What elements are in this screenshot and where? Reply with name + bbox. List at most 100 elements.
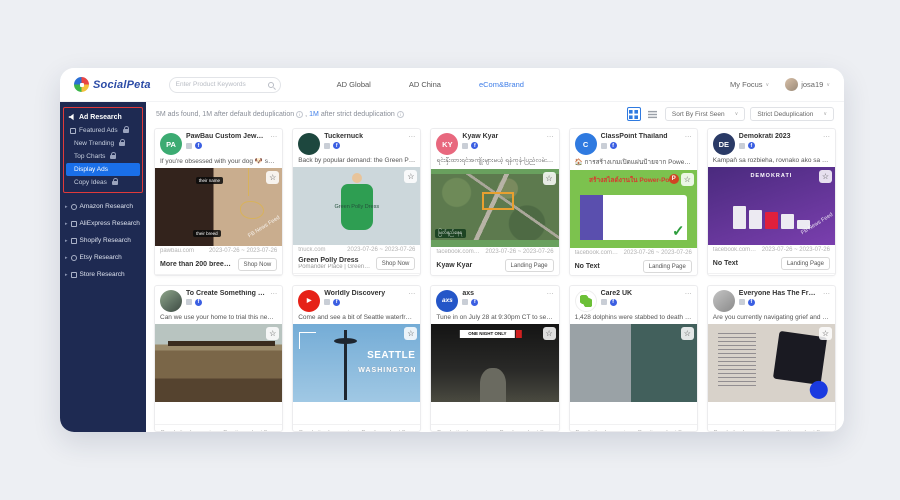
app-logo[interactable]: SocialPeta — [74, 77, 151, 92]
sidebar-item-ad-research[interactable]: Ad Research — [66, 110, 140, 124]
advertiser-domain[interactable]: pawbau.com — [160, 248, 194, 254]
advertiser-avatar[interactable]: C — [575, 133, 597, 155]
advertiser-domain[interactable]: facebook.com/10... — [436, 249, 481, 255]
chevron-down-icon: ∨ — [735, 111, 739, 117]
nav-ecom-brand[interactable]: eCom&Brand — [479, 80, 524, 89]
search-input[interactable] — [176, 81, 264, 88]
sidebar-item-copy-ideas[interactable]: Copy Ideas — [66, 176, 140, 189]
favorite-star-button[interactable]: ☆ — [819, 327, 832, 340]
advertiser-domain[interactable]: facebook.com/11... — [575, 250, 620, 256]
stats-row-1: 67Popularity 167.1KImpression 1Duration … — [155, 274, 282, 276]
more-icon[interactable]: ⋯ — [547, 290, 554, 298]
favorite-star-button[interactable]: ☆ — [404, 170, 417, 183]
more-icon[interactable]: ⋯ — [270, 133, 277, 141]
favorite-star-button[interactable]: ☆ — [266, 171, 279, 184]
sidebar-item-store-research[interactable]: ▸ Store Research — [63, 266, 143, 283]
ad-creative[interactable]: ☆ — [570, 324, 697, 402]
favorite-star-button[interactable]: ☆ — [681, 327, 694, 340]
sidebar-item-amazon-research[interactable]: ▸ Amazon Research — [63, 198, 143, 215]
advertiser-avatar[interactable] — [160, 290, 182, 312]
favorite-star-button[interactable]: ☆ — [266, 327, 279, 340]
strict-dedup-count-link[interactable]: 1M — [309, 111, 319, 118]
ad-creative[interactable]: FB News Feed their name their breed ☆ — [155, 168, 282, 246]
sidebar-item-featured-ads[interactable]: Featured Ads — [66, 124, 140, 137]
ad-creative[interactable]: DEMOKRATI FB News Feed ☆ — [708, 167, 835, 245]
sidebar-item-aliexpress-research[interactable]: ▸ AliExpress Research — [63, 215, 143, 232]
advertiser-avatar[interactable] — [713, 290, 735, 312]
advertiser-name[interactable]: Care2 UK — [601, 290, 681, 297]
advertiser-avatar[interactable]: PA — [160, 133, 182, 155]
advertiser-name[interactable]: PawBau Custom Jewelry — [186, 133, 266, 140]
nav-ad-china[interactable]: AD China — [409, 80, 441, 89]
favorite-star-button[interactable]: ☆ — [543, 172, 556, 185]
ad-text: Come and see a bit of Seattle waterfront… — [293, 314, 420, 324]
info-icon[interactable]: i — [397, 111, 404, 118]
cta-button[interactable]: Shop Now — [376, 257, 416, 270]
more-icon[interactable]: ⋯ — [547, 133, 554, 141]
advertiser-avatar[interactable]: axs — [436, 290, 458, 312]
sidebar-item-display-ads[interactable]: Display Ads — [66, 163, 140, 176]
amazon-icon — [71, 204, 77, 210]
cta-button[interactable]: Landing Page — [643, 260, 692, 273]
dedup-select[interactable]: Strict Deduplication ∨ — [750, 107, 834, 121]
grid-view-toggle[interactable] — [627, 107, 641, 121]
nav-ad-global[interactable]: AD Global — [337, 80, 371, 89]
media-type-icon — [739, 299, 745, 305]
more-icon[interactable]: ⋯ — [823, 133, 830, 141]
advertiser-avatar[interactable]: ▶ — [298, 290, 320, 312]
my-focus-menu[interactable]: My Focus ∨ — [730, 80, 769, 89]
card-header: Care2 UK f ⋯ — [570, 286, 697, 314]
more-icon[interactable]: ⋯ — [685, 290, 692, 298]
advertiser-name[interactable]: Demokrati 2023 — [739, 133, 819, 140]
advertiser-name[interactable]: Everyone Has The Freedom To... — [739, 290, 819, 297]
user-menu[interactable]: josa19 ∨ — [785, 78, 830, 91]
sidebar-item-new-trending[interactable]: New Trending — [66, 137, 140, 150]
product-subtitle: Pomander Place | Green Polly Dr... — [298, 264, 372, 270]
ad-creative[interactable]: Green Polly Dress ☆ — [293, 167, 420, 245]
ad-creative[interactable]: ☆ — [155, 324, 282, 402]
cta-button[interactable]: Shop Now — [238, 258, 278, 271]
ad-creative[interactable]: ☆ — [708, 324, 835, 402]
advertiser-name[interactable]: Tuckernuck — [324, 133, 404, 140]
advertiser-name[interactable]: Kyaw Kyar — [462, 133, 542, 140]
sort-select[interactable]: Sort By First Seen ∨ — [665, 107, 745, 121]
ad-text: Kampaň sa rozbieha, rovnako ako sa rozbi… — [708, 157, 835, 167]
product-search[interactable] — [169, 77, 281, 93]
advertiser-domain[interactable]: facebook.com/10... — [713, 247, 758, 253]
favorite-star-button[interactable]: ☆ — [819, 170, 832, 183]
sidebar-item-etsy-research[interactable]: ▸ Etsy Research — [63, 249, 143, 266]
more-icon[interactable]: ⋯ — [685, 133, 692, 141]
platform-badges: f — [186, 142, 266, 149]
favorite-star-button[interactable]: ☆ — [543, 327, 556, 340]
sidebar-section-label: Ad Research — [79, 114, 122, 121]
product-info: No Text — [575, 263, 639, 270]
advertiser-domain[interactable]: tnuck.com — [298, 247, 325, 253]
cta-button[interactable]: Landing Page — [781, 257, 830, 270]
favorite-star-button[interactable]: ☆ — [681, 173, 694, 186]
advertiser-avatar[interactable]: KY — [436, 133, 458, 155]
advertiser-avatar[interactable] — [298, 133, 320, 155]
list-view-toggle[interactable] — [646, 107, 660, 121]
stat-duration: Duration — [633, 429, 663, 433]
search-icon[interactable] — [268, 82, 274, 88]
advertiser-name[interactable]: Worldly Discovery — [324, 290, 404, 297]
advertiser-name[interactable]: axs — [462, 290, 542, 297]
advertiser-avatar[interactable] — [575, 290, 597, 312]
favorite-star-button[interactable]: ☆ — [404, 327, 417, 340]
sidebar-item-shopify-research[interactable]: ▸ Shopify Research — [63, 232, 143, 249]
ad-creative[interactable]: สร้างสไลด์งานใน Power-Point P ☆ — [570, 170, 697, 248]
ad-creative[interactable]: မြတ်နည်နေရ ☆ — [431, 169, 558, 247]
advertiser-name[interactable]: ClassPoint Thailand — [601, 133, 681, 140]
sidebar-item-top-charts[interactable]: Top Charts — [66, 150, 140, 163]
cta-button[interactable]: Landing Page — [505, 259, 554, 272]
ad-creative[interactable]: SEATTLE WASHINGTON ☆ — [293, 324, 420, 402]
advertiser-avatar[interactable]: DE — [713, 133, 735, 155]
info-icon[interactable]: i — [296, 111, 303, 118]
ad-creative[interactable]: ONE NIGHT ONLY ☆ — [431, 324, 558, 402]
lock-icon — [112, 181, 118, 185]
more-icon[interactable]: ⋯ — [408, 133, 415, 141]
more-icon[interactable]: ⋯ — [270, 290, 277, 298]
more-icon[interactable]: ⋯ — [823, 290, 830, 298]
more-icon[interactable]: ⋯ — [408, 290, 415, 298]
advertiser-name[interactable]: To Create Something Exceptio... — [186, 290, 266, 297]
